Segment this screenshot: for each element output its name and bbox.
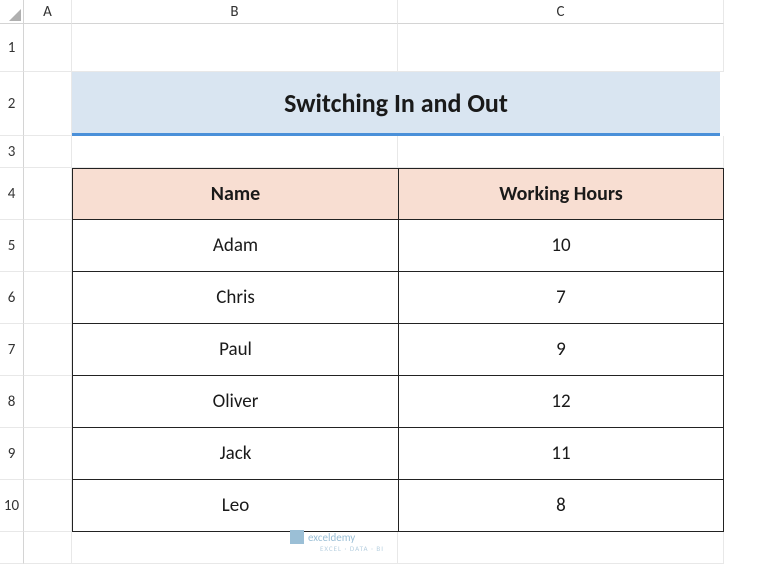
cell-a6[interactable]	[24, 272, 72, 324]
row-header-5[interactable]: 5	[0, 220, 24, 272]
cell-extra-b	[72, 532, 398, 564]
name-cell[interactable]: Paul	[72, 324, 398, 376]
hours-cell[interactable]: 9	[398, 324, 724, 376]
row-header-2[interactable]: 2	[0, 72, 24, 136]
row-header-9[interactable]: 9	[0, 428, 24, 480]
cell-a10[interactable]	[24, 480, 72, 532]
table-header-name[interactable]: Name	[72, 168, 398, 220]
row-header-7[interactable]: 7	[0, 324, 24, 376]
row-header-extra	[0, 532, 24, 564]
cell-c1[interactable]	[398, 24, 724, 72]
hours-cell[interactable]: 7	[398, 272, 724, 324]
hours-cell[interactable]: 12	[398, 376, 724, 428]
row-header-1[interactable]: 1	[0, 24, 24, 72]
cell-a3[interactable]	[24, 136, 72, 168]
hours-cell[interactable]: 8	[398, 480, 724, 532]
col-header-a[interactable]: A	[24, 0, 72, 24]
name-cell[interactable]: Leo	[72, 480, 398, 532]
row-header-4[interactable]: 4	[0, 168, 24, 220]
cell-a5[interactable]	[24, 220, 72, 272]
cell-b3[interactable]	[72, 136, 398, 168]
select-all-corner[interactable]	[0, 0, 24, 24]
cell-a7[interactable]	[24, 324, 72, 376]
cell-a1[interactable]	[24, 24, 72, 72]
table-header-hours[interactable]: Working Hours	[398, 168, 724, 220]
row-header-8[interactable]: 8	[0, 376, 24, 428]
cell-a8[interactable]	[24, 376, 72, 428]
col-header-b[interactable]: B	[72, 0, 398, 24]
spreadsheet-grid: A B C 1 2 Switching In and Out 3 4 Name …	[0, 0, 767, 584]
hours-cell[interactable]: 11	[398, 428, 724, 480]
cell-c3[interactable]	[398, 136, 724, 168]
cell-a4[interactable]	[24, 168, 72, 220]
cell-b1[interactable]	[72, 24, 398, 72]
title-cell[interactable]: Switching In and Out	[72, 72, 720, 136]
cell-extra-c	[398, 532, 724, 564]
cell-extra-a	[24, 532, 72, 564]
cell-a2[interactable]	[24, 72, 72, 136]
row-header-3[interactable]: 3	[0, 136, 24, 168]
cell-a9[interactable]	[24, 428, 72, 480]
name-cell[interactable]: Chris	[72, 272, 398, 324]
col-header-c[interactable]: C	[398, 0, 724, 24]
row-header-6[interactable]: 6	[0, 272, 24, 324]
name-cell[interactable]: Jack	[72, 428, 398, 480]
row-header-10[interactable]: 10	[0, 480, 24, 532]
name-cell[interactable]: Adam	[72, 220, 398, 272]
name-cell[interactable]: Oliver	[72, 376, 398, 428]
hours-cell[interactable]: 10	[398, 220, 724, 272]
